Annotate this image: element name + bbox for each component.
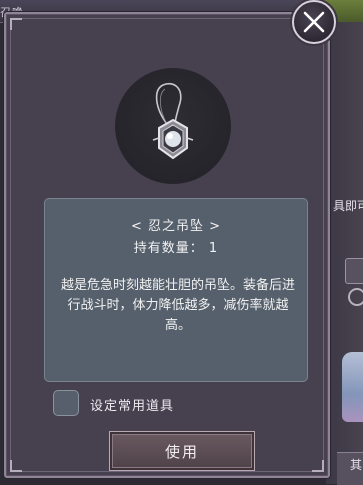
close-button[interactable] [292,0,336,44]
item-quantity: 持有数量： 1 [133,241,219,256]
close-icon [303,11,325,33]
favorite-item-checkbox[interactable] [53,390,79,416]
pendant-icon [152,83,194,160]
frame-corner [10,460,22,472]
item-description: 越是危急时刻越能壮胆的吊坠。装备后进行战斗时，体力降低越多，减伤率就越高。 [60,278,295,333]
item-description-box: < 忍之吊坠 > 持有数量： 1 越是危急时刻越能壮胆的吊坠。装备后进行战斗时，… [44,198,308,382]
ring-icon [348,288,363,306]
frame-corner [10,18,22,30]
item-image [115,68,231,184]
frame-corner [312,460,324,472]
item-name: < 忍之吊坠 > [130,219,222,234]
background-tab-label: 其 [350,458,363,472]
item-detail-dialog: < 忍之吊坠 > 持有数量： 1 越是危急时刻越能壮胆的吊坠。装备后进行战斗时，… [4,12,330,478]
background-slot [345,258,363,284]
character-figure [342,352,363,422]
use-button[interactable]: 使用 [109,431,255,471]
background-hint-text: 具即可 [333,199,363,213]
favorite-item-label: 设定常用道具 [90,399,175,414]
